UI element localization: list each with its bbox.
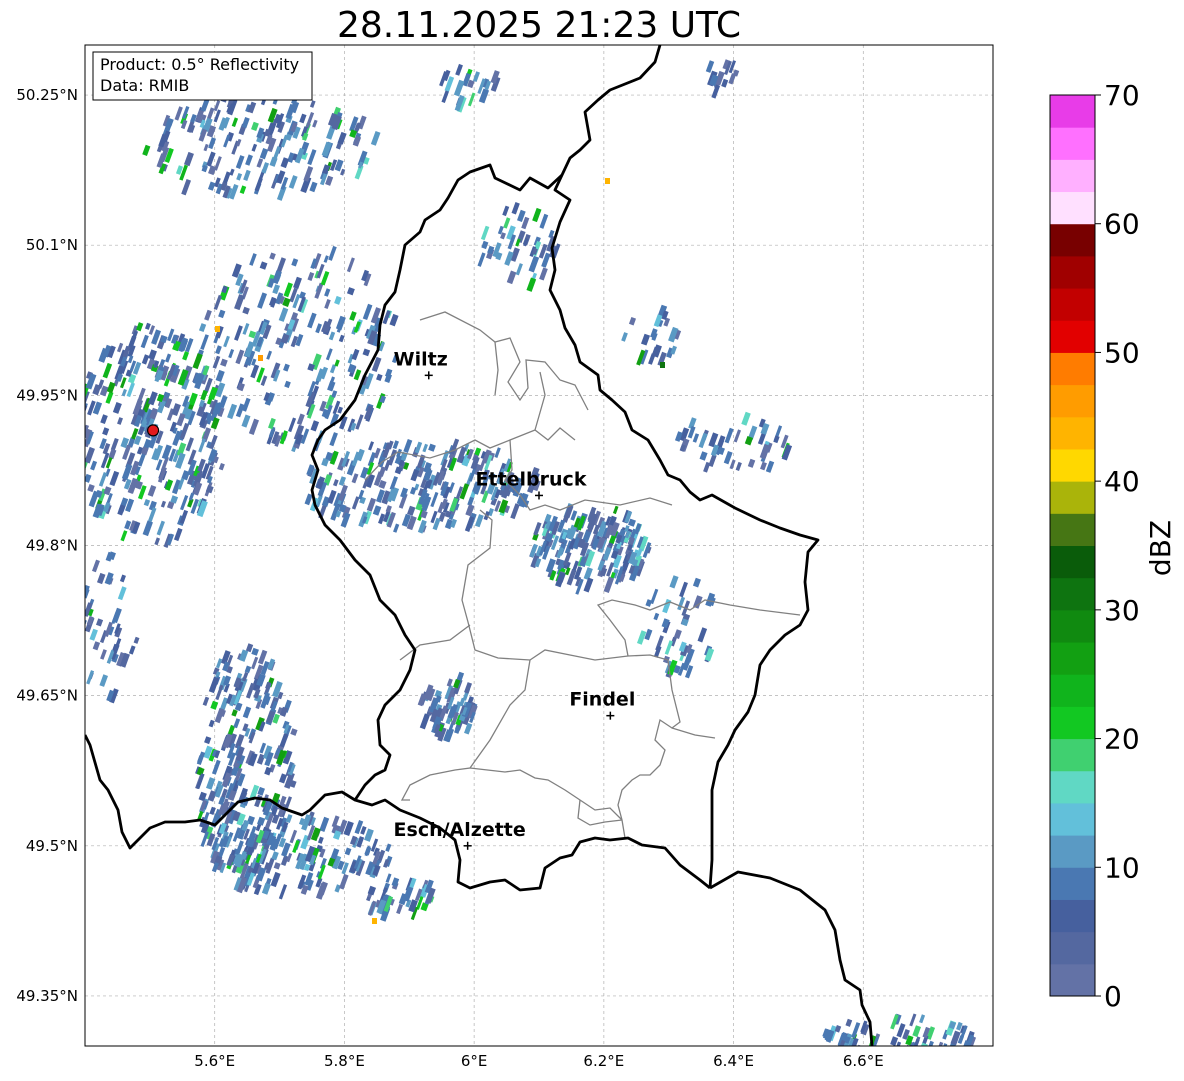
echo-cell-strong — [372, 918, 377, 924]
colorbar-segment — [1050, 931, 1095, 965]
y-axis-ticks: 50.25°N 50.1°N 49.95°N 49.8°N 49.65°N 49.5°N 4… — [16, 86, 78, 1005]
radar-map: Wiltz Ettelbruck Findel Esch/Alzette Produc… — [16, 44, 1177, 1070]
colorbar-tick-label: 30 — [1104, 594, 1140, 627]
colorbar-segment — [1050, 320, 1095, 353]
info-product: Product: 0.5° Reflectivity — [100, 55, 299, 74]
colorbar-segment — [1050, 899, 1095, 933]
colorbar-segment — [1050, 642, 1095, 675]
colorbar-segment — [1050, 223, 1095, 257]
info-box: Product: 0.5° Reflectivity Data: RMIB — [92, 51, 313, 101]
colorbar-tick-label: 40 — [1104, 465, 1140, 498]
x-tick-label: 5.6°E — [194, 1052, 235, 1070]
city-label: Ettelbruck — [476, 468, 587, 490]
radar-site-marker — [147, 424, 160, 437]
colorbar-segment — [1050, 835, 1095, 868]
colorbar-tick-label: 0 — [1104, 980, 1122, 1013]
colorbar-segment — [1050, 738, 1095, 772]
colorbar-segment — [1050, 867, 1095, 900]
colorbar-segment — [1050, 255, 1095, 289]
colorbar-tick-label: 10 — [1104, 851, 1140, 884]
colorbar-segment — [1050, 384, 1095, 418]
echo-cell-strong — [660, 362, 665, 368]
y-tick-label: 50.25°N — [16, 86, 78, 104]
city-label: Esch/Alzette — [394, 819, 526, 841]
colorbar-segment — [1050, 706, 1095, 740]
y-tick-label: 49.95°N — [16, 386, 78, 404]
info-data-source: Data: RMIB — [100, 76, 189, 95]
echo-cell — [904, 1044, 912, 1046]
x-tick-label: 6.4°E — [713, 1052, 754, 1070]
echo-cell-strong — [215, 326, 220, 332]
plot-area: Wiltz Ettelbruck Findel Esch/Alzette — [75, 44, 994, 1059]
colorbar-segment — [1050, 577, 1095, 611]
x-axis-ticks: 5.6°E 5.8°E 6°E 6.2°E 6.4°E 6.6°E — [194, 1052, 883, 1070]
x-tick-label: 6.2°E — [583, 1052, 624, 1070]
colorbar-segment — [1050, 963, 1095, 997]
y-tick-label: 50.1°N — [26, 236, 78, 254]
y-tick-label: 49.5°N — [26, 837, 78, 855]
colorbar-tick-label: 20 — [1104, 723, 1140, 756]
colorbar-segment — [1050, 95, 1095, 128]
colorbar-segment — [1050, 159, 1095, 193]
colorbar-tick-label: 70 — [1104, 79, 1140, 112]
x-tick-label: 6°E — [461, 1052, 488, 1070]
colorbar-segment — [1050, 288, 1095, 321]
city-label: Wiltz — [394, 348, 448, 370]
colorbar: 0 10 20 30 40 50 60 70 — [1049, 79, 1140, 1013]
colorbar-segment — [1050, 609, 1095, 643]
colorbar-segment — [1050, 416, 1095, 450]
x-tick-label: 6.6°E — [843, 1052, 884, 1070]
city-label: Findel — [569, 689, 635, 711]
colorbar-segment — [1050, 802, 1095, 836]
echo-cell — [906, 1046, 914, 1059]
colorbar-segment — [1050, 545, 1095, 579]
echo-cell — [926, 1046, 935, 1059]
echo-cell-strong — [258, 355, 263, 361]
colorbar-segment — [1050, 352, 1095, 386]
colorbar-label: dBZ — [1144, 520, 1177, 576]
echo-cell-strong — [605, 178, 610, 184]
colorbar-segment — [1050, 770, 1095, 804]
colorbar-segment — [1050, 674, 1095, 707]
x-tick-label: 5.8°E — [324, 1052, 365, 1070]
y-tick-label: 49.35°N — [16, 987, 78, 1005]
echo-cell — [902, 1045, 912, 1046]
colorbar-tick-label: 60 — [1104, 208, 1140, 241]
colorbar-tick-label: 50 — [1104, 336, 1140, 369]
colorbar-segment — [1050, 481, 1095, 514]
echo-cell — [85, 442, 86, 459]
colorbar-segment — [1050, 191, 1095, 225]
echo-cell — [75, 460, 82, 471]
y-tick-label: 49.65°N — [16, 687, 78, 705]
y-tick-label: 49.8°N — [26, 537, 78, 555]
colorbar-segment — [1050, 513, 1095, 546]
echo-cell — [75, 463, 83, 479]
colorbar-segment — [1050, 448, 1095, 482]
echo-cell — [892, 1047, 900, 1058]
colorbar-segment — [1050, 127, 1095, 160]
